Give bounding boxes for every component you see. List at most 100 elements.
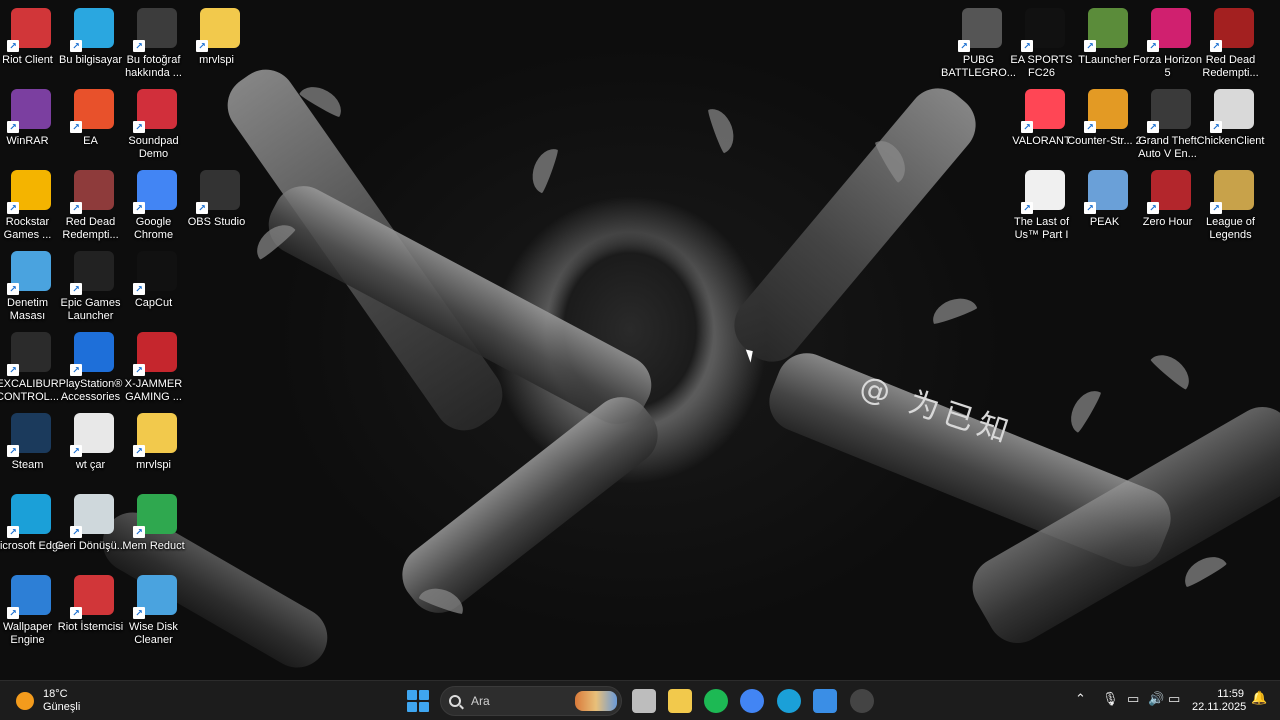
desktop-icon[interactable]: ↗ Epic Games Launcher bbox=[61, 247, 125, 325]
desktop-icon[interactable]: ↗ Soundpad Demo bbox=[126, 85, 188, 163]
document-icon: ↗ bbox=[1021, 170, 1065, 214]
shortcut-arrow-icon: ↗ bbox=[133, 121, 145, 133]
desktop-icon[interactable]: ↗ Mem Reduct bbox=[122, 490, 188, 568]
shortcut-arrow-icon: ↗ bbox=[1210, 202, 1222, 214]
xjammer-icon: ↗ bbox=[133, 332, 177, 376]
camera-info-icon: ↗ bbox=[133, 8, 177, 52]
rockstar-icon: ↗ bbox=[7, 170, 51, 214]
shortcut-arrow-icon: ↗ bbox=[1147, 40, 1159, 52]
desktop-icon[interactable]: ↗ wt çar bbox=[63, 409, 125, 487]
wallpaper-engine-icon: ↗ bbox=[7, 575, 51, 619]
desktop-icon[interactable]: ↗ Riot Client bbox=[0, 4, 62, 82]
network-icon[interactable]: ▭ bbox=[1127, 691, 1139, 707]
playstation-icon: ↗ bbox=[70, 332, 114, 376]
shortcut-arrow-icon: ↗ bbox=[1210, 121, 1222, 133]
pubg-icon: ↗ bbox=[958, 8, 1002, 52]
start-button[interactable] bbox=[407, 690, 429, 712]
desktop-icon-label: CapCut bbox=[134, 297, 173, 309]
desktop-icon[interactable]: ↗ Wallpaper Engine bbox=[0, 571, 62, 649]
taskbar: 18°C Güneşli Ara ⌃ 🎙 ▭ 🔊 ▭ 11:59 22.11.2… bbox=[0, 680, 1280, 720]
desktop-icon[interactable]: ↗ The Last of Us™ Part I bbox=[1014, 166, 1076, 244]
desktop-icon[interactable]: ↗ Red Dead Redempti... bbox=[1202, 4, 1265, 82]
fc26-icon: ↗ bbox=[1021, 8, 1065, 52]
shortcut-arrow-icon: ↗ bbox=[196, 202, 208, 214]
shortcut-arrow-icon: ↗ bbox=[70, 40, 82, 52]
desktop-icon[interactable]: ↗Microsoft Edge bbox=[0, 490, 64, 568]
capcut-icon: ↗ bbox=[133, 251, 177, 295]
desktop-icon[interactable]: ↗ WinRAR bbox=[0, 85, 62, 163]
weather-widget[interactable]: 18°C Güneşli bbox=[16, 688, 80, 714]
chrome-icon: ↗ bbox=[133, 170, 177, 214]
desktop-icon[interactable]: ↗ CapCut bbox=[126, 247, 188, 325]
system-clock[interactable]: 11:59 22.11.2025 bbox=[1192, 688, 1246, 714]
task-view-button[interactable] bbox=[632, 689, 656, 713]
microphone-icon[interactable]: 🎙 bbox=[1102, 691, 1119, 707]
desktop-icon[interactable]: ↗ X-JAMMER GAMING ... bbox=[125, 328, 188, 406]
desktop-icon[interactable]: ↗ PEAK bbox=[1077, 166, 1139, 244]
search-placeholder: Ara bbox=[471, 694, 490, 708]
shortcut-arrow-icon: ↗ bbox=[1021, 121, 1033, 133]
weather-condition: Güneşli bbox=[43, 701, 81, 713]
shortcut-arrow-icon: ↗ bbox=[196, 40, 208, 52]
chicken-icon: ↗ bbox=[1210, 89, 1254, 133]
shortcut-arrow-icon: ↗ bbox=[7, 121, 19, 133]
shortcut-arrow-icon: ↗ bbox=[70, 445, 82, 457]
steam-icon: ↗ bbox=[7, 413, 51, 457]
cs2-icon: ↗ bbox=[1084, 89, 1128, 133]
file-explorer-button[interactable] bbox=[668, 689, 692, 713]
desktop-icon-label: Red Dead Redempti... bbox=[1202, 54, 1259, 79]
desktop-icon[interactable]: ↗ Bu fotoğraf hakkında ... bbox=[125, 4, 188, 82]
shortcut-arrow-icon: ↗ bbox=[1084, 40, 1096, 52]
desktop-icon-label: Mem Reduct bbox=[122, 540, 185, 552]
shortcut-arrow-icon: ↗ bbox=[133, 364, 145, 376]
shortcut-arrow-icon: ↗ bbox=[1084, 202, 1096, 214]
gta-icon: ↗ bbox=[1147, 89, 1191, 133]
desktop-icon[interactable]: ↗ Google Chrome bbox=[126, 166, 188, 244]
document-icon: ↗ bbox=[70, 413, 114, 457]
riot-fist-icon: ↗ bbox=[7, 8, 51, 52]
shortcut-arrow-icon: ↗ bbox=[7, 526, 19, 538]
desktop-icon-label: ChickenClient bbox=[1196, 135, 1265, 147]
desktop-icon[interactable]: ↗ mrvlspi bbox=[126, 409, 188, 487]
spotify-button[interactable] bbox=[704, 689, 728, 713]
chrome-button[interactable] bbox=[740, 689, 764, 713]
folder-icon: ↗ bbox=[196, 8, 240, 52]
volume-icon[interactable]: 🔊 bbox=[1148, 691, 1164, 707]
shortcut-arrow-icon: ↗ bbox=[70, 526, 82, 538]
desktop-icon[interactable]: ↗ OBS Studio bbox=[188, 166, 251, 244]
desktop-icon-label: mrvlspi bbox=[199, 54, 234, 66]
desktop-icon[interactable]: ↗ EA SPORTS FC26 bbox=[1010, 4, 1076, 82]
excalibur-icon: ↗ bbox=[7, 332, 51, 376]
monitor-icon: ↗ bbox=[70, 8, 114, 52]
desktop-icon[interactable]: ↗ mrvlspi bbox=[189, 4, 251, 82]
edge-button[interactable] bbox=[777, 689, 801, 713]
store-button[interactable] bbox=[813, 689, 837, 713]
winrar-icon: ↗ bbox=[7, 89, 51, 133]
obs-icon: ↗ bbox=[196, 170, 240, 214]
shortcut-arrow-icon: ↗ bbox=[133, 607, 145, 619]
shortcut-arrow-icon: ↗ bbox=[7, 445, 19, 457]
search-highlight-image bbox=[575, 691, 617, 711]
search-input[interactable]: Ara bbox=[440, 686, 622, 716]
shortcut-arrow-icon: ↗ bbox=[133, 40, 145, 52]
notification-bell-icon[interactable]: 🔔 bbox=[1251, 690, 1267, 706]
shortcut-arrow-icon: ↗ bbox=[7, 607, 19, 619]
desktop-icon[interactable]: ↗ Grand Theft Auto V En... bbox=[1138, 85, 1202, 163]
battery-icon[interactable]: ▭ bbox=[1168, 691, 1180, 707]
desktop-icon-label: OBS Studio bbox=[187, 216, 246, 228]
shortcut-arrow-icon: ↗ bbox=[133, 283, 145, 295]
desktop-icon[interactable]: ↗ Geri Dönüşü... bbox=[55, 490, 126, 568]
desktop-icon-label: League of Legends bbox=[1206, 216, 1255, 241]
shortcut-arrow-icon: ↗ bbox=[1021, 202, 1033, 214]
desktop-icon[interactable]: ↗ ChickenClient bbox=[1197, 85, 1265, 163]
shortcut-arrow-icon: ↗ bbox=[133, 526, 145, 538]
desktop-icon[interactable]: ↗ League of Legends bbox=[1203, 166, 1265, 244]
shortcut-arrow-icon: ↗ bbox=[1021, 40, 1033, 52]
desktop-icon[interactable]: ↗ Wise Disk Cleaner bbox=[126, 571, 188, 649]
search-icon bbox=[449, 695, 461, 707]
obs-button[interactable] bbox=[850, 689, 874, 713]
shortcut-arrow-icon: ↗ bbox=[70, 607, 82, 619]
desktop-icon[interactable]: ↗ VALORANT bbox=[1012, 85, 1076, 163]
desktop-icon[interactable]: ↗ Steam bbox=[0, 409, 62, 487]
chevron-up-icon[interactable]: ⌃ bbox=[1075, 691, 1086, 707]
